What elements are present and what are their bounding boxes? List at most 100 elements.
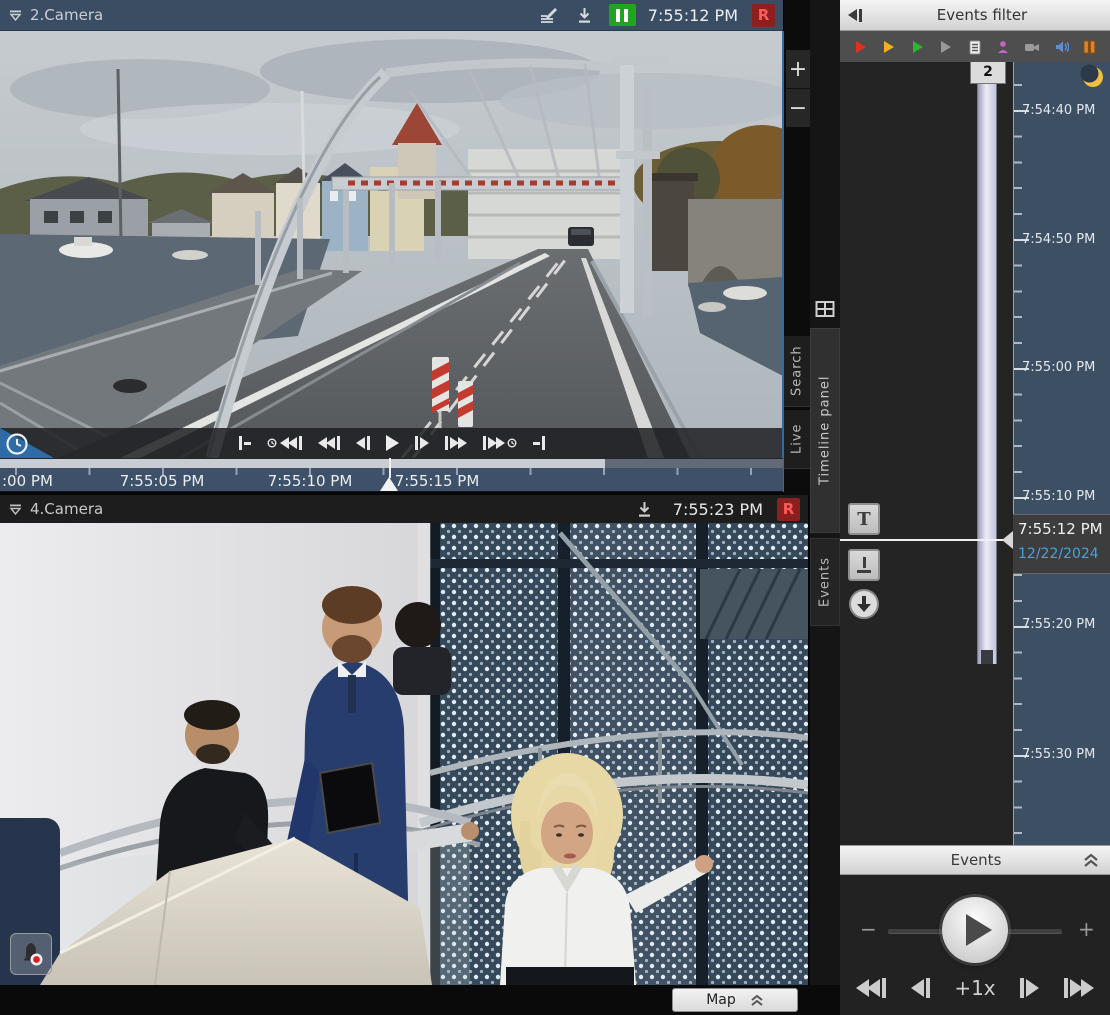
camera2-scene bbox=[0, 31, 783, 458]
camera4-menu-chevron-icon[interactable] bbox=[8, 503, 23, 516]
operator-events-icon[interactable] bbox=[996, 40, 1010, 54]
camera-events-icon[interactable] bbox=[1024, 41, 1040, 54]
next-event-button[interactable] bbox=[1064, 978, 1094, 998]
footage-range bbox=[0, 459, 605, 468]
step-forward-button[interactable] bbox=[415, 436, 429, 450]
goto-end-button[interactable] bbox=[533, 436, 545, 450]
events-filter-title: Events filter bbox=[862, 6, 1102, 24]
step-back-button[interactable] bbox=[911, 978, 930, 998]
tab-timeline-panel-label: Timeline panel bbox=[818, 376, 833, 485]
transport-button-row: +1x bbox=[840, 971, 1110, 1005]
zoom-in-label: + bbox=[789, 57, 807, 82]
expand-up-icon[interactable] bbox=[1082, 852, 1100, 868]
audio-events-icon[interactable] bbox=[1055, 40, 1069, 54]
map-button-label: Map bbox=[706, 992, 736, 1008]
timeline-label: 7:55:05 PM bbox=[120, 472, 205, 490]
fast-forward-button[interactable] bbox=[445, 436, 467, 450]
collapse-panel-icon[interactable] bbox=[848, 9, 862, 22]
play-glyph bbox=[966, 914, 992, 946]
current-time-box[interactable]: 7:55:12 PM 12/22/2024 bbox=[1013, 514, 1110, 574]
camera2-record-badge: R bbox=[752, 4, 775, 27]
tab-live-label: Live bbox=[790, 424, 805, 455]
alarm-events-icon[interactable] bbox=[854, 40, 868, 54]
alarm-bell-button[interactable] bbox=[10, 933, 52, 975]
camera2-playback-bar bbox=[0, 428, 783, 458]
playhead-marker[interactable] bbox=[380, 477, 398, 491]
ruler-label: 7:55:00 PM bbox=[1022, 360, 1095, 375]
camera2-titlebar[interactable]: 2.Camera 7:55:12 PM R bbox=[0, 0, 783, 31]
tab-search[interactable]: Search bbox=[784, 336, 810, 407]
down-arrow-glyph bbox=[857, 596, 871, 612]
camera2-footage-strip[interactable] bbox=[0, 458, 783, 468]
timeline-body: 7:54:40 PM 7:54:50 PM 7:55:00 PM 7:55:10… bbox=[840, 62, 1110, 845]
export-icon[interactable] bbox=[538, 7, 560, 24]
ruler-label: 7:54:50 PM bbox=[1022, 232, 1095, 247]
warning-events-icon[interactable] bbox=[882, 40, 896, 54]
speed-plus-label[interactable]: + bbox=[1078, 917, 1095, 941]
goto-start-button[interactable] bbox=[239, 436, 251, 450]
tab-events[interactable]: Events bbox=[810, 538, 840, 626]
text-comment-glyph: T bbox=[857, 509, 870, 530]
camera4-video[interactable] bbox=[0, 523, 808, 985]
layout-grid-icon[interactable] bbox=[815, 300, 835, 318]
scroll-down-button[interactable] bbox=[849, 589, 879, 619]
pause-events-icon[interactable] bbox=[1083, 40, 1096, 54]
ruler-label: 7:54:40 PM bbox=[1022, 103, 1095, 118]
track-camera-label[interactable]: 2 bbox=[970, 62, 1006, 84]
camera4-title: 4.Camera bbox=[30, 500, 103, 518]
camera4-titlebar[interactable]: 4.Camera 7:55:23 PM R bbox=[0, 495, 808, 523]
step-back-button[interactable] bbox=[356, 436, 370, 450]
track-camera-number: 2 bbox=[983, 64, 993, 80]
events-filter-header: Events filter bbox=[840, 0, 1110, 31]
prev-event-button[interactable] bbox=[856, 978, 886, 998]
camera2-video[interactable] bbox=[0, 31, 783, 458]
tab-timeline-panel[interactable]: Timeline panel bbox=[810, 328, 840, 533]
camera4-time: 7:55:23 PM bbox=[673, 500, 763, 519]
ruler-label: 7:55:20 PM bbox=[1022, 617, 1095, 632]
zoom-out-button[interactable]: − bbox=[786, 89, 810, 127]
map-button[interactable]: Map bbox=[672, 988, 798, 1012]
speed-minus-label[interactable]: − bbox=[860, 917, 877, 941]
timeline-label: 7:55:10 PM bbox=[268, 472, 353, 490]
recording-track[interactable] bbox=[977, 84, 997, 664]
camera2-menu-chevron-icon[interactable] bbox=[8, 9, 23, 22]
fast-forward-interval-button[interactable] bbox=[483, 436, 517, 450]
pause-button[interactable] bbox=[609, 4, 636, 26]
camera2-title: 2.Camera bbox=[30, 6, 103, 24]
events-panel-title: Events bbox=[870, 851, 1082, 869]
download-icon[interactable] bbox=[576, 7, 593, 24]
current-time-value: 7:55:12 PM bbox=[1013, 515, 1110, 538]
recording-track-end-cap bbox=[981, 650, 993, 664]
zoom-out-label: − bbox=[789, 96, 807, 121]
bell-icon bbox=[17, 940, 45, 968]
right-panel: Events filter 7:54:40 PM 7:54:50 PM 7:55… bbox=[840, 0, 1110, 1015]
compress-glyph bbox=[856, 557, 872, 573]
camera4-scene bbox=[0, 523, 808, 985]
current-date-value: 12/22/2024 bbox=[1013, 538, 1110, 562]
log-events-icon[interactable] bbox=[968, 40, 982, 55]
ruler-label: 7:55:10 PM bbox=[1022, 489, 1095, 504]
archive-clock-icon[interactable] bbox=[5, 431, 30, 456]
events-panel-header[interactable]: Events bbox=[840, 845, 1110, 875]
tab-live[interactable]: Live bbox=[784, 410, 810, 469]
camera2-time: 7:55:12 PM bbox=[648, 6, 738, 25]
tab-events-label: Events bbox=[818, 557, 833, 607]
expand-up-icon bbox=[750, 994, 764, 1007]
events-filter-iconbar bbox=[840, 31, 1110, 64]
fast-rewind-button[interactable] bbox=[318, 436, 340, 450]
current-time-line bbox=[840, 539, 1013, 541]
step-forward-button[interactable] bbox=[1020, 978, 1039, 998]
zoom-in-button[interactable]: + bbox=[786, 50, 810, 89]
compress-timeline-button[interactable] bbox=[848, 549, 880, 581]
current-time-arrow bbox=[1002, 531, 1013, 549]
normal-events-icon[interactable] bbox=[911, 40, 925, 54]
info-events-icon[interactable] bbox=[939, 40, 953, 54]
download-icon[interactable] bbox=[636, 501, 653, 518]
fast-rewind-interval-button[interactable] bbox=[267, 436, 302, 450]
tab-search-label: Search bbox=[790, 346, 805, 397]
play-button[interactable] bbox=[386, 435, 399, 451]
play-button-large[interactable] bbox=[942, 897, 1008, 963]
text-comment-button[interactable]: T bbox=[848, 503, 880, 535]
playhead-stem[interactable] bbox=[389, 458, 391, 478]
timeline-label: 7:55:15 PM bbox=[395, 472, 480, 490]
